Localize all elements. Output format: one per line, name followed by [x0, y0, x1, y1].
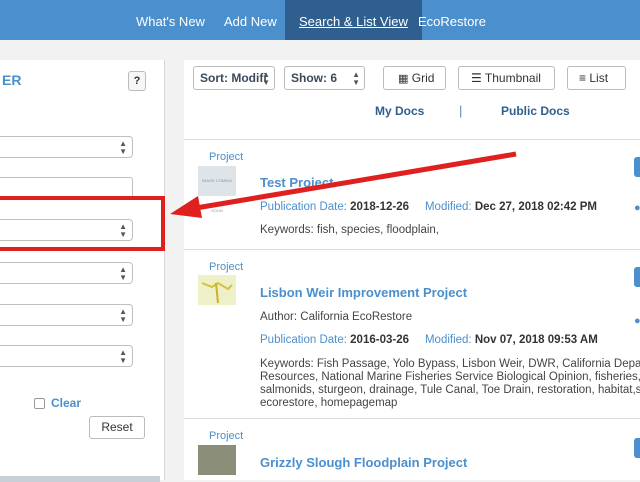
annotation-arrow-icon — [170, 151, 517, 218]
